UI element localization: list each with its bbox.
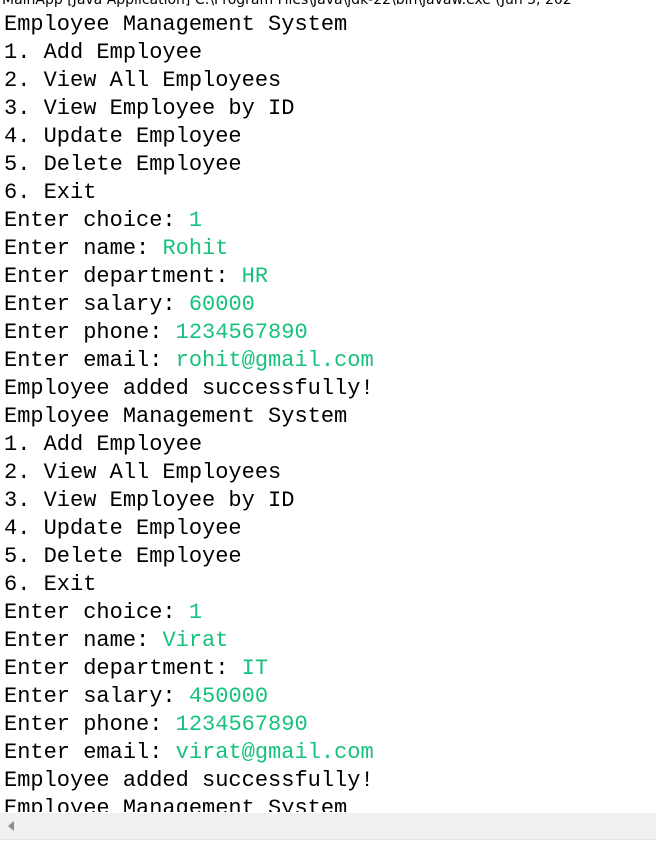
console-prompt-text: Enter choice:	[4, 208, 189, 233]
scrollbar-thumb[interactable]	[22, 818, 656, 834]
bottom-divider	[0, 839, 656, 845]
console-user-input: virat@gmail.com	[175, 740, 374, 765]
console-prompt-text: 3. View Employee by ID	[4, 488, 295, 513]
console-line: 3. View Employee by ID	[4, 95, 656, 123]
console-line: Enter department: HR	[4, 263, 656, 291]
console-line: Enter department: IT	[4, 655, 656, 683]
console-prompt-text: Enter department:	[4, 656, 242, 681]
console-title: MainApp [Java Application] C:\Program Fi…	[2, 0, 572, 8]
console-user-input: 60000	[188, 292, 255, 317]
console-prompt-text: 6. Exit	[4, 572, 97, 597]
console-user-input: rohit@gmail.com	[175, 348, 374, 373]
chevron-left-icon[interactable]	[8, 821, 14, 831]
console-prompt-text: Employee Management System	[4, 12, 348, 37]
console-prompt-text: Enter email:	[4, 740, 176, 765]
console-line: Employee added successfully!	[4, 375, 656, 403]
console-prompt-text: Enter name:	[4, 236, 163, 261]
console-line: 6. Exit	[4, 571, 656, 599]
console-line: Enter salary: 450000	[4, 683, 656, 711]
console-line: Enter phone: 1234567890	[4, 319, 656, 347]
console-prompt-text: Enter department:	[4, 264, 242, 289]
console-prompt-text: Employee added successfully!	[4, 376, 374, 401]
console-line: 5. Delete Employee	[4, 543, 656, 571]
console-line: Enter email: virat@gmail.com	[4, 739, 656, 767]
console-prompt-text: Enter name:	[4, 628, 163, 653]
console-line: Enter choice: 1	[4, 207, 656, 235]
console-line: Employee Management System	[4, 403, 656, 431]
console-user-input: Virat	[162, 628, 229, 653]
console-line: Enter name: Rohit	[4, 235, 656, 263]
console-line: Employee added successfully!	[4, 767, 656, 795]
console-line: Enter choice: 1	[4, 599, 656, 627]
console-user-input: Rohit	[162, 236, 229, 261]
console-prompt-text: Enter phone:	[4, 320, 176, 345]
console-output[interactable]: Employee Management System 1. Add Employe…	[4, 11, 656, 812]
console-user-input: HR	[241, 264, 269, 289]
console-user-input: 450000	[188, 684, 269, 709]
console-prompt-text: 2. View All Employees	[4, 68, 282, 93]
console-user-input: 1234567890	[175, 712, 308, 737]
console-line: 5. Delete Employee	[4, 151, 656, 179]
console-prompt-text: Enter choice:	[4, 600, 189, 625]
console-prompt-text: 5. Delete Employee	[4, 544, 242, 569]
console-prompt-text: 1. Add Employee	[4, 432, 203, 457]
console-line: Enter email: rohit@gmail.com	[4, 347, 656, 375]
console-prompt-text: Employee added successfully!	[4, 768, 374, 793]
console-line: Enter name: Virat	[4, 627, 656, 655]
console-user-input: 1	[188, 600, 203, 625]
console-prompt-text: 4. Update Employee	[4, 124, 242, 149]
console-user-input: 1234567890	[175, 320, 308, 345]
console-line: 1. Add Employee	[4, 39, 656, 67]
console-prompt-text: 3. View Employee by ID	[4, 96, 295, 121]
console-line: 4. Update Employee	[4, 515, 656, 543]
console-prompt-text: 2. View All Employees	[4, 460, 282, 485]
horizontal-scrollbar[interactable]	[0, 813, 656, 839]
console-line: 3. View Employee by ID	[4, 487, 656, 515]
console-prompt-text: 5. Delete Employee	[4, 152, 242, 177]
console-prompt-text: Enter email:	[4, 348, 176, 373]
console-line: 1. Add Employee	[4, 431, 656, 459]
console-line: 2. View All Employees	[4, 67, 656, 95]
console-line: Employee Management System	[4, 795, 656, 812]
console-prompt-text: 6. Exit	[4, 180, 97, 205]
console-line: Enter salary: 60000	[4, 291, 656, 319]
console-view[interactable]: MainApp [Java Application] C:\Program Fi…	[0, 0, 656, 845]
console-prompt-text: Employee Management System	[4, 404, 348, 429]
console-prompt-text: Enter salary:	[4, 684, 189, 709]
console-prompt-text: 4. Update Employee	[4, 516, 242, 541]
console-prompt-text: Employee Management System	[4, 796, 348, 812]
console-prompt-text: 1. Add Employee	[4, 40, 203, 65]
console-user-input: IT	[241, 656, 269, 681]
console-line: Employee Management System	[4, 11, 656, 39]
console-line: 2. View All Employees	[4, 459, 656, 487]
console-line: 6. Exit	[4, 179, 656, 207]
console-line: Enter phone: 1234567890	[4, 711, 656, 739]
console-user-input: 1	[188, 208, 203, 233]
console-prompt-text: Enter phone:	[4, 712, 176, 737]
console-prompt-text: Enter salary:	[4, 292, 189, 317]
console-line: 4. Update Employee	[4, 123, 656, 151]
